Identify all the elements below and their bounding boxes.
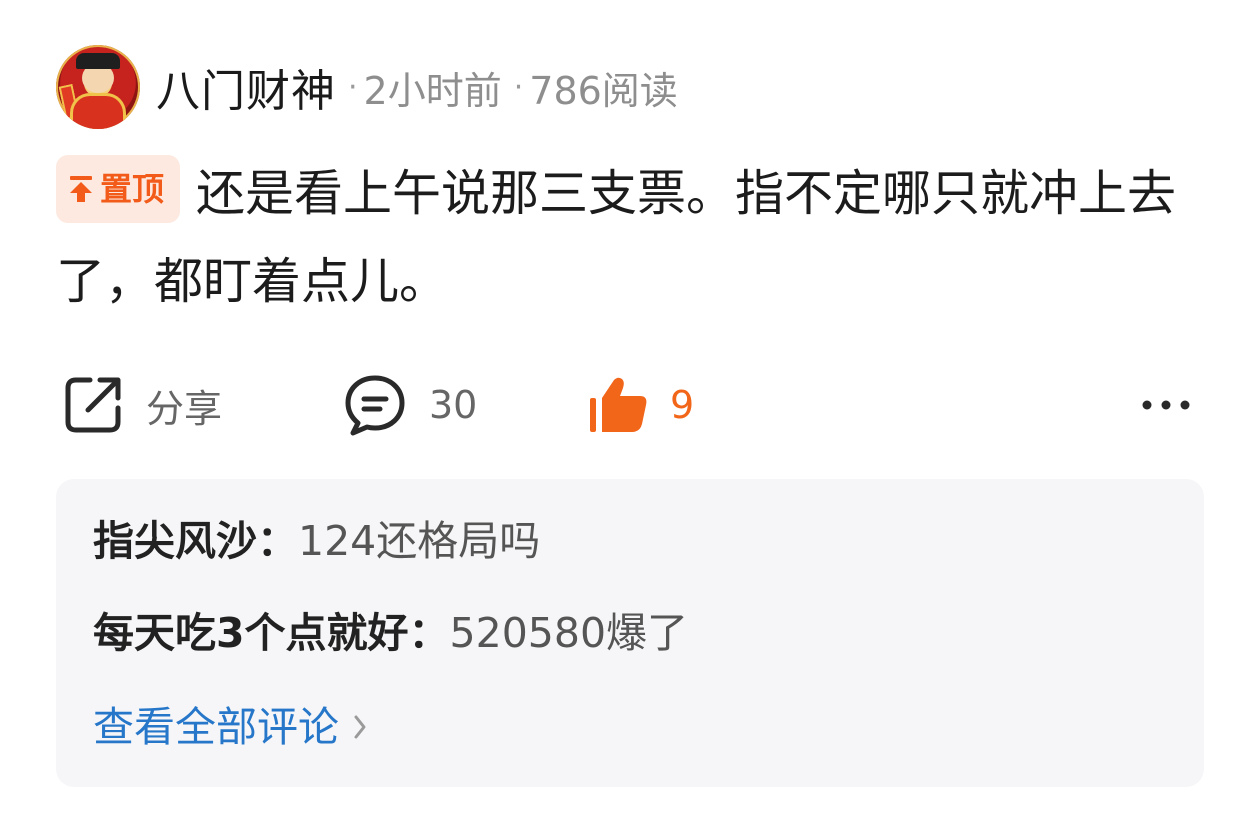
comments-preview: 指尖风沙：124还格局吗 每天吃3个点就好：520580爆了 查看全部评论: [56, 479, 1204, 787]
author-avatar[interactable]: [56, 45, 140, 129]
comment-count: 30: [429, 383, 478, 427]
comment-username[interactable]: 指尖风沙: [93, 517, 257, 565]
post-content[interactable]: 置顶 还是看上午说那三支票。指不定哪只就冲上去了，都盯着点儿。: [56, 150, 1216, 326]
more-dots-icon: [1142, 400, 1190, 410]
post-text: 还是看上午说那三支票。指不定哪只就冲上去了，都盯着点儿。: [56, 165, 1177, 310]
comment-bubble-icon: [345, 375, 405, 436]
comment-item[interactable]: 指尖风沙：124还格局吗: [93, 513, 540, 569]
comment-item[interactable]: 每天吃3个点就好：520580爆了: [93, 605, 688, 661]
author-name[interactable]: 八门财神: [156, 55, 336, 119]
meta-separator-dot: ·: [513, 69, 524, 105]
pinned-badge: 置顶: [56, 155, 181, 223]
comment-colon: ：: [408, 609, 450, 657]
post-header: 八门财神 · 2小时前 · 786阅读: [56, 44, 678, 130]
like-button[interactable]: 9: [588, 370, 694, 440]
share-label: 分享: [146, 386, 223, 431]
post-action-bar: 分享 30 9: [56, 370, 1204, 440]
thumbs-up-icon: [590, 377, 647, 432]
comment-text: 124还格局吗: [298, 517, 541, 565]
read-count: 786阅读: [529, 68, 678, 113]
post-time: 2小时前: [363, 68, 502, 113]
more-options-button[interactable]: [1140, 370, 1192, 440]
chevron-right-icon: [354, 715, 366, 739]
view-all-comments-link[interactable]: 查看全部评论: [93, 699, 367, 755]
share-icon: [65, 377, 121, 433]
view-all-comments-label: 查看全部评论: [93, 703, 339, 751]
meta-separator-dot: ·: [348, 69, 358, 105]
like-count: 9: [670, 383, 695, 427]
comment-text: 520580爆了: [449, 609, 689, 657]
pin-to-top-icon: [70, 176, 92, 202]
comment-username[interactable]: 每天吃3个点就好: [93, 609, 409, 657]
comment-button[interactable]: 30: [343, 370, 477, 440]
pinned-label: 置顶: [100, 170, 165, 208]
share-button[interactable]: 分享: [62, 370, 222, 440]
comment-colon: ：: [257, 517, 298, 565]
